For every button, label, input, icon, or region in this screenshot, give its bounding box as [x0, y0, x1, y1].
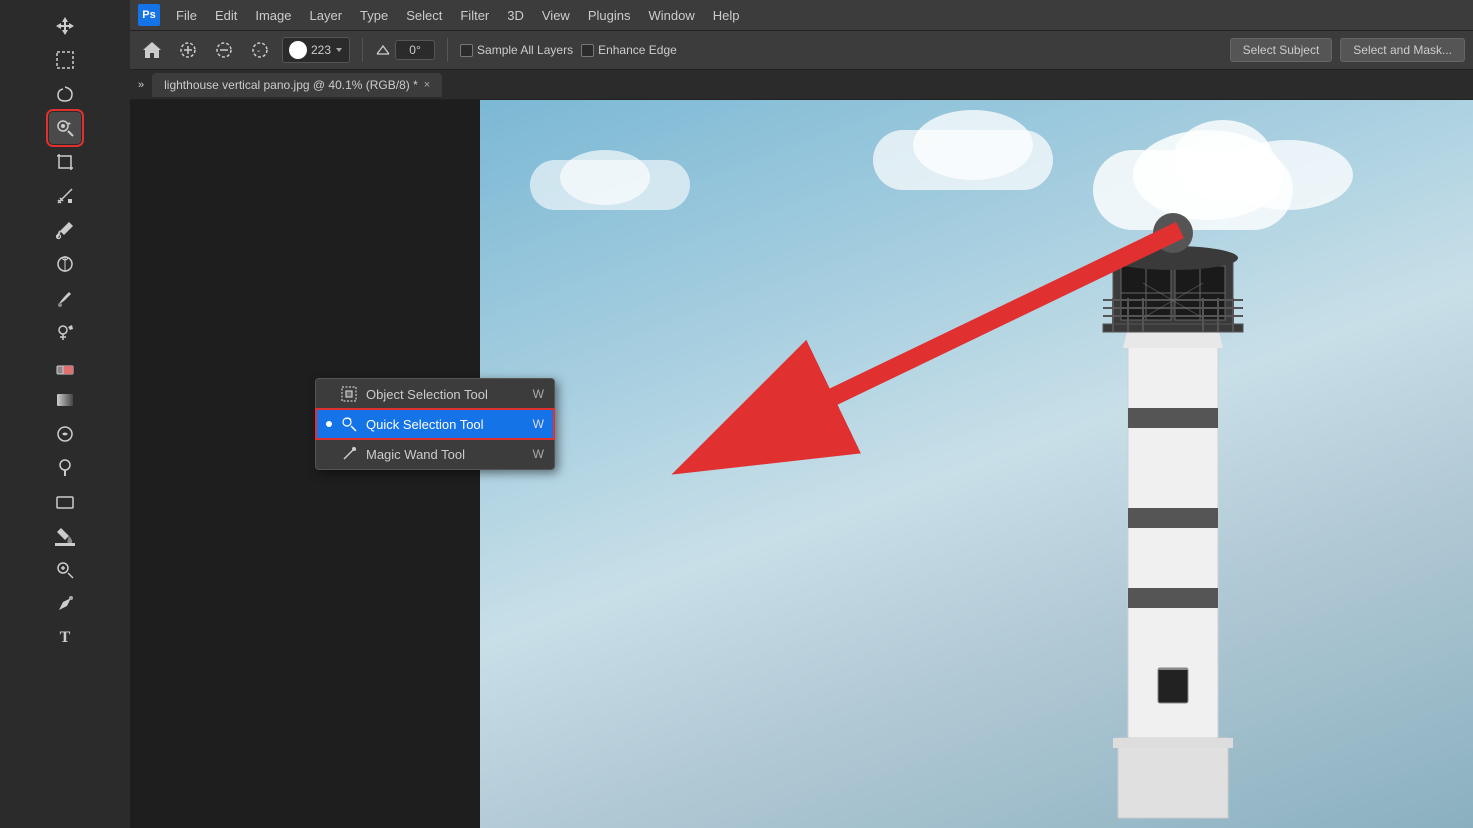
separator-2 [447, 38, 448, 62]
flyout-magic-wand-label: Magic Wand Tool [366, 447, 465, 462]
brush-preview-circle [289, 41, 307, 59]
menu-window[interactable]: Window [640, 5, 702, 26]
blur-tool[interactable] [49, 418, 81, 450]
brush-size-value: 223 [311, 43, 331, 57]
enhance-edge-text: Enhance Edge [598, 43, 677, 57]
object-selection-icon [340, 385, 358, 403]
zoom-magnify-tool[interactable] [49, 554, 81, 586]
stamp-tool[interactable] [49, 316, 81, 348]
brush-subtract-btn[interactable]: - [246, 36, 274, 64]
magic-wand-icon [340, 445, 358, 463]
sample-all-layers-label[interactable]: Sample All Layers [460, 43, 573, 57]
eraser-tool[interactable] [49, 350, 81, 382]
crop-tool[interactable] [49, 146, 81, 178]
tool-flyout-menu: Object Selection Tool W Quick Selection … [315, 378, 555, 470]
brush-tool[interactable] [49, 282, 81, 314]
menu-3d[interactable]: 3D [499, 5, 532, 26]
menu-file[interactable]: File [168, 5, 205, 26]
quick-selection-icon [340, 415, 358, 433]
measure-tool[interactable] [49, 180, 81, 212]
cloud-3 [530, 150, 730, 230]
doc-tab-close-button[interactable]: × [424, 79, 430, 91]
angle-value[interactable]: 0° [395, 40, 435, 60]
quick-select-tool[interactable] [49, 112, 81, 144]
flyout-object-selection-label: Object Selection Tool [366, 387, 488, 402]
flyout-quick-selection-label: Quick Selection Tool [366, 417, 484, 432]
menu-view[interactable]: View [534, 5, 578, 26]
select-subject-button[interactable]: Select Subject [1230, 38, 1333, 62]
doc-tab-bar: » lighthouse vertical pano.jpg @ 40.1% (… [130, 70, 1473, 100]
brush-add-btn[interactable] [174, 36, 202, 64]
lighthouse-svg [973, 128, 1373, 828]
menu-help[interactable]: Help [705, 5, 748, 26]
ps-logo: Ps [138, 4, 160, 26]
marquee-tool[interactable] [49, 44, 81, 76]
flyout-item-object-selection[interactable]: Object Selection Tool W [316, 379, 554, 409]
canvas-image [480, 100, 1473, 828]
select-and-mask-button[interactable]: Select and Mask... [1340, 38, 1465, 62]
menu-filter[interactable]: Filter [452, 5, 497, 26]
brush-new-btn[interactable] [210, 36, 238, 64]
ps-window: Ps File Edit Image Layer Type Select Fil… [130, 0, 1473, 828]
lasso-tool[interactable] [49, 78, 81, 110]
svg-text:-: - [257, 46, 260, 57]
healing-tool[interactable] [49, 248, 81, 280]
flyout-quick-selection-key: W [533, 417, 544, 431]
flyout-unselected-dot [326, 391, 332, 397]
title-bar: Ps File Edit Image Layer Type Select Fil… [130, 0, 1473, 30]
menu-image[interactable]: Image [247, 5, 299, 26]
separator-1 [362, 38, 363, 62]
sample-all-layers-checkbox[interactable] [460, 44, 473, 57]
flyout-magic-wand-key: W [533, 447, 544, 461]
options-bar: - 223 0° Sample All Layers Enhanc [130, 30, 1473, 70]
menu-layer[interactable]: Layer [302, 5, 351, 26]
pen-tool[interactable] [49, 588, 81, 620]
menu-bar: File Edit Image Layer Type Select Filter… [168, 5, 1465, 26]
menu-select[interactable]: Select [398, 5, 450, 26]
flyout-item-quick-selection[interactable]: Quick Selection Tool W [316, 409, 554, 439]
menu-plugins[interactable]: Plugins [580, 5, 639, 26]
flyout-magic-wand-dot [326, 451, 332, 457]
fill-tool[interactable] [49, 520, 81, 552]
canvas-area: Object Selection Tool W Quick Selection … [130, 100, 1473, 828]
enhance-edge-checkbox[interactable] [581, 44, 594, 57]
angle-control: 0° [375, 40, 435, 60]
gradient-tool[interactable] [49, 384, 81, 416]
brush-size-control[interactable]: 223 [282, 37, 350, 63]
menu-type[interactable]: Type [352, 5, 396, 26]
move-tool[interactable] [49, 10, 81, 42]
document-tab[interactable]: lighthouse vertical pano.jpg @ 40.1% (RG… [152, 73, 442, 97]
enhance-edge-label[interactable]: Enhance Edge [581, 43, 677, 57]
left-toolbar: T [0, 0, 130, 828]
flyout-selected-dot [326, 421, 332, 427]
shape-tool[interactable] [49, 486, 81, 518]
flyout-item-magic-wand[interactable]: Magic Wand Tool W [316, 439, 554, 469]
doc-tab-filename: lighthouse vertical pano.jpg @ 40.1% (RG… [164, 78, 418, 92]
tab-expand-button[interactable]: » [138, 79, 144, 91]
menu-edit[interactable]: Edit [207, 5, 245, 26]
text-tool[interactable]: T [49, 622, 81, 654]
flyout-object-selection-key: W [533, 387, 544, 401]
home-button[interactable] [138, 36, 166, 64]
dodge-tool[interactable] [49, 452, 81, 484]
eyedropper-tool[interactable] [49, 214, 81, 246]
sample-all-layers-text: Sample All Layers [477, 43, 573, 57]
